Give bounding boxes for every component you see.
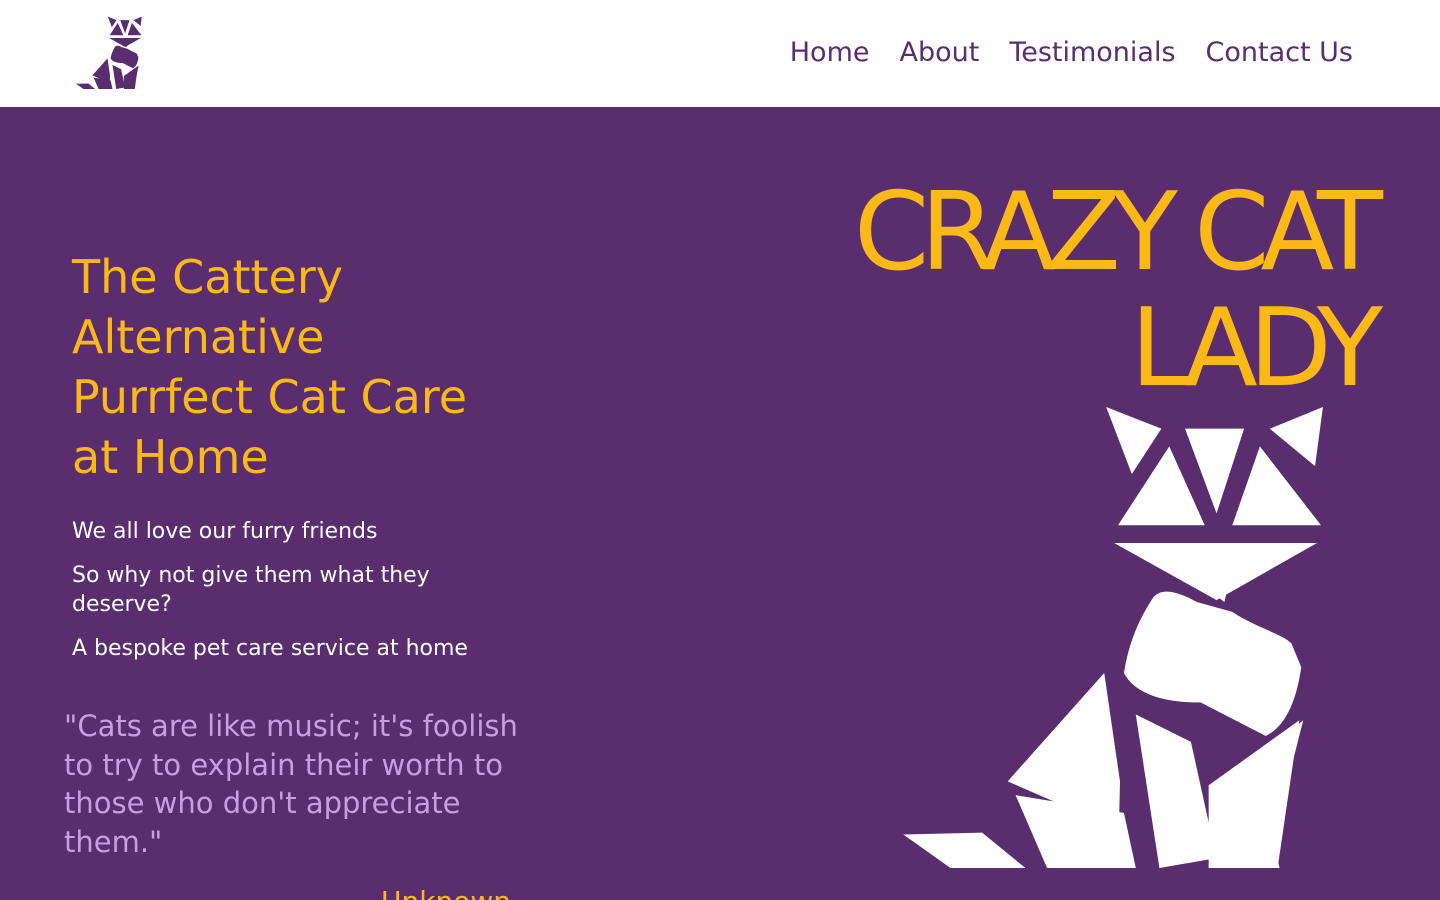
blurb-paragraph: A bespoke pet care service at home [72,636,468,661]
nav-contact-us-link[interactable]: Contact Us [1206,36,1353,70]
tagline-line: at Home [72,430,269,484]
hero-section: The Cattery Alternative Purrfect Cat Car… [0,107,1440,900]
nav-testimonials-link[interactable]: Testimonials [1009,36,1175,70]
brand-title-line: LADY [1130,286,1383,411]
blurb-paragraph: We all love our furry friends [72,519,378,544]
site-header: Home About Testimonials Contact Us [0,0,1440,107]
brand-title-line: CRAZY CAT [853,170,1383,295]
cat-logo-icon[interactable] [76,16,144,90]
nav-about-link[interactable]: About [899,36,979,70]
tagline-line: The Cattery [72,250,343,304]
hero-blurb: We all love our furry friends So why not… [72,517,532,663]
tagline-line: Alternative [72,310,325,364]
hero-tagline: The Cattery Alternative Purrfect Cat Car… [72,247,532,487]
blurb-paragraph: So why not give them what they deserve? [72,563,430,617]
geometric-cat-icon [903,407,1323,869]
hero-quote: "Cats are like music; it's foolish to tr… [64,709,518,859]
brand-title: CRAZY CAT LADY [853,170,1383,411]
hero-intro: The Cattery Alternative Purrfect Cat Car… [72,247,532,678]
main-nav: Home About Testimonials Contact Us [790,36,1353,70]
quote-author: - Unknown [362,885,511,900]
nav-home-link[interactable]: Home [790,36,870,70]
tagline-line: Purrfect Cat Care [72,370,468,424]
